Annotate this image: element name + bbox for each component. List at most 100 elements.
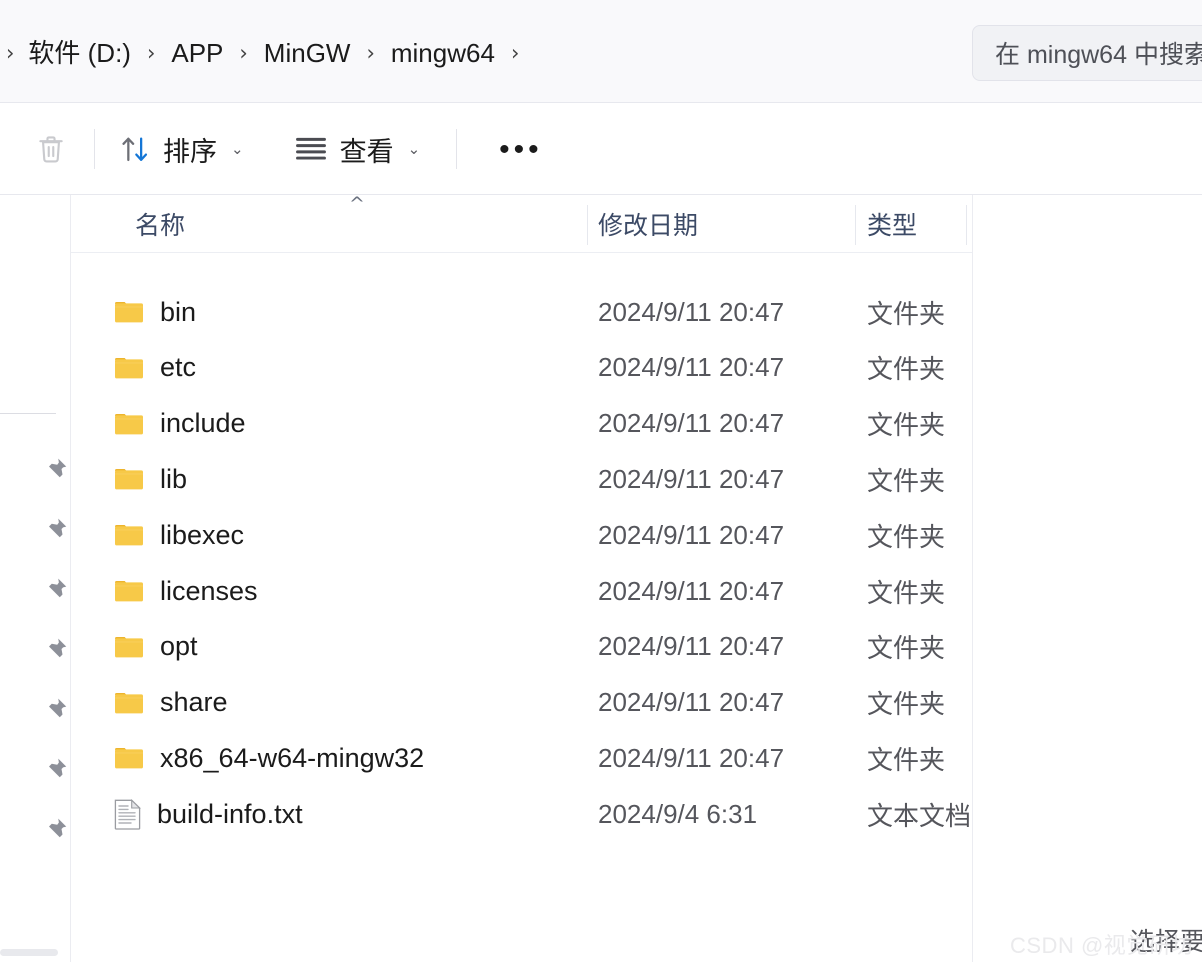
- nav-horizontal-scrollbar[interactable]: [0, 949, 58, 956]
- folder-icon: [115, 692, 143, 713]
- address-bar: › 软件 (D:) › APP › MinGW › mingw64 › 在 mi…: [0, 0, 1202, 103]
- breadcrumb-item-app[interactable]: APP: [165, 35, 229, 72]
- folder-icon: [115, 581, 143, 602]
- file-name-label: bin: [160, 296, 197, 327]
- toolbar-separator: [456, 129, 458, 169]
- file-name-label: libexec: [160, 519, 245, 550]
- file-list-row[interactable]: opt 2024/9/11 20:47 文件夹: [71, 619, 972, 675]
- pin-icon: [48, 698, 67, 719]
- file-name-cell: licenses: [114, 576, 258, 607]
- file-type: 文本文档: [867, 800, 972, 831]
- file-name-cell: bin: [114, 297, 196, 328]
- breadcrumb-leading-chevron-icon[interactable]: ›: [2, 41, 22, 65]
- file-name-label: opt: [160, 631, 198, 662]
- file-name-cell: x86_64-w64-mingw32: [114, 743, 424, 774]
- file-name-cell: opt: [114, 631, 198, 662]
- toolbar-separator: [94, 129, 95, 169]
- column-divider[interactable]: [966, 205, 967, 245]
- file-list-row[interactable]: x86_64-w64-mingw32 2024/9/11 20:47 文件夹: [71, 730, 972, 786]
- file-list-pane: ^ 名称 修改日期 类型 bin 2024/9/11 20:47 文件夹 etc 202…: [71, 195, 972, 962]
- sort-button-label: 排序: [163, 136, 217, 167]
- file-list-row[interactable]: libexec 2024/9/11 20:47 文件夹: [71, 507, 972, 563]
- file-date-modified: 2024/9/11 20:47: [598, 519, 785, 550]
- sort-ascending-indicator-icon: ^: [349, 195, 365, 215]
- text-file-icon: [114, 798, 141, 830]
- nav-pin-item[interactable]: [40, 635, 70, 665]
- file-name-label: licenses: [160, 575, 258, 606]
- file-date-modified: 2024/9/11 20:47: [598, 687, 785, 718]
- file-name-cell: libexec: [114, 520, 244, 551]
- file-explorer-window: › 软件 (D:) › APP › MinGW › mingw64 › 在 mi…: [0, 0, 1202, 962]
- breadcrumb-item-mingw[interactable]: MinGW: [258, 35, 357, 72]
- details-pane: 选择要: [972, 195, 1202, 962]
- column-header-date-label: 修改日期: [598, 212, 699, 240]
- view-button-label: 查看: [339, 136, 394, 167]
- nav-pin-item[interactable]: [40, 575, 70, 605]
- breadcrumb-trailing-chevron-icon[interactable]: ›: [501, 42, 529, 64]
- folder-icon: [115, 302, 143, 323]
- column-header-name[interactable]: 名称: [135, 195, 185, 253]
- file-type: 文件夹: [867, 410, 946, 441]
- navigation-pane[interactable]: [0, 195, 71, 962]
- nav-pin-item[interactable]: [40, 755, 70, 785]
- file-type: 文件夹: [867, 354, 946, 385]
- folder-icon: [115, 525, 143, 546]
- folder-icon: [115, 413, 143, 434]
- delete-button[interactable]: [0, 131, 84, 167]
- nav-pin-item[interactable]: [40, 695, 70, 725]
- file-name-cell: build-info.txt: [114, 798, 303, 830]
- file-name-cell: include: [114, 408, 246, 439]
- breadcrumb-item-drive[interactable]: 软件 (D:): [22, 35, 137, 72]
- file-name-cell: share: [114, 687, 228, 718]
- file-date-modified: 2024/9/11 20:47: [598, 408, 785, 439]
- folder-icon: [115, 469, 143, 490]
- file-name-label: x86_64-w64-mingw32: [160, 742, 425, 773]
- column-divider[interactable]: [587, 205, 588, 245]
- file-list-row[interactable]: include 2024/9/11 20:47 文件夹: [71, 396, 972, 452]
- file-list-row[interactable]: lib 2024/9/11 20:47 文件夹: [71, 451, 972, 507]
- file-list-row[interactable]: bin 2024/9/11 20:47 文件夹: [71, 284, 972, 340]
- file-list-row[interactable]: share 2024/9/11 20:47 文件夹: [71, 675, 972, 731]
- sort-button[interactable]: 排序 ⌄: [105, 121, 258, 177]
- more-options-button[interactable]: •••: [477, 121, 565, 177]
- file-name-label: share: [160, 687, 228, 718]
- breadcrumb: › 软件 (D:) › APP › MinGW › mingw64 ›: [0, 26, 529, 80]
- column-header-name-label: 名称: [135, 212, 186, 240]
- file-date-modified: 2024/9/11 20:47: [598, 742, 785, 773]
- pin-icon: [48, 518, 67, 539]
- breadcrumb-chevron-icon[interactable]: ›: [229, 42, 257, 64]
- file-name-cell: etc: [114, 352, 196, 383]
- file-list-row[interactable]: licenses 2024/9/11 20:47 文件夹: [71, 563, 972, 619]
- file-list-row[interactable]: etc 2024/9/11 20:47 文件夹: [71, 340, 972, 396]
- column-header-type[interactable]: 类型: [867, 195, 917, 253]
- sort-arrows-icon: [122, 137, 148, 162]
- column-header-row: ^ 名称 修改日期 类型: [71, 195, 972, 253]
- column-divider[interactable]: [855, 205, 856, 245]
- breadcrumb-item-mingw64[interactable]: mingw64: [385, 35, 501, 72]
- command-bar: 排序 ⌄ 查看 ⌄ •••: [0, 103, 1202, 195]
- column-header-date-modified[interactable]: 修改日期: [598, 195, 698, 253]
- search-box[interactable]: 在 mingw64 中搜索: [972, 25, 1202, 81]
- nav-pin-item[interactable]: [40, 455, 70, 485]
- file-name-label: build-info.txt: [157, 798, 303, 829]
- file-name-label: lib: [160, 463, 188, 494]
- nav-pin-item[interactable]: [40, 815, 70, 845]
- pin-icon: [48, 818, 67, 839]
- file-date-modified: 2024/9/11 20:47: [598, 463, 785, 494]
- nav-pin-item[interactable]: [40, 515, 70, 545]
- file-name-cell: lib: [114, 464, 187, 495]
- file-list-row[interactable]: build-info.txt 2024/9/4 6:31 文本文档: [71, 786, 972, 842]
- search-input[interactable]: 在 mingw64 中搜索: [995, 35, 1202, 71]
- folder-icon: [115, 636, 143, 658]
- chevron-down-icon: ⌄: [231, 140, 244, 158]
- pin-icon: [48, 638, 67, 659]
- view-button[interactable]: 查看 ⌄: [280, 121, 435, 177]
- file-type: 文件夹: [867, 633, 946, 664]
- file-date-modified: 2024/9/11 20:47: [598, 352, 785, 383]
- watermark: CSDN @视觉研坊: [1010, 933, 1194, 958]
- breadcrumb-chevron-icon[interactable]: ›: [137, 42, 165, 64]
- folder-icon: [115, 748, 143, 769]
- breadcrumb-chevron-icon[interactable]: ›: [356, 42, 384, 64]
- file-type: 文件夹: [867, 577, 946, 608]
- file-type: 文件夹: [867, 465, 946, 496]
